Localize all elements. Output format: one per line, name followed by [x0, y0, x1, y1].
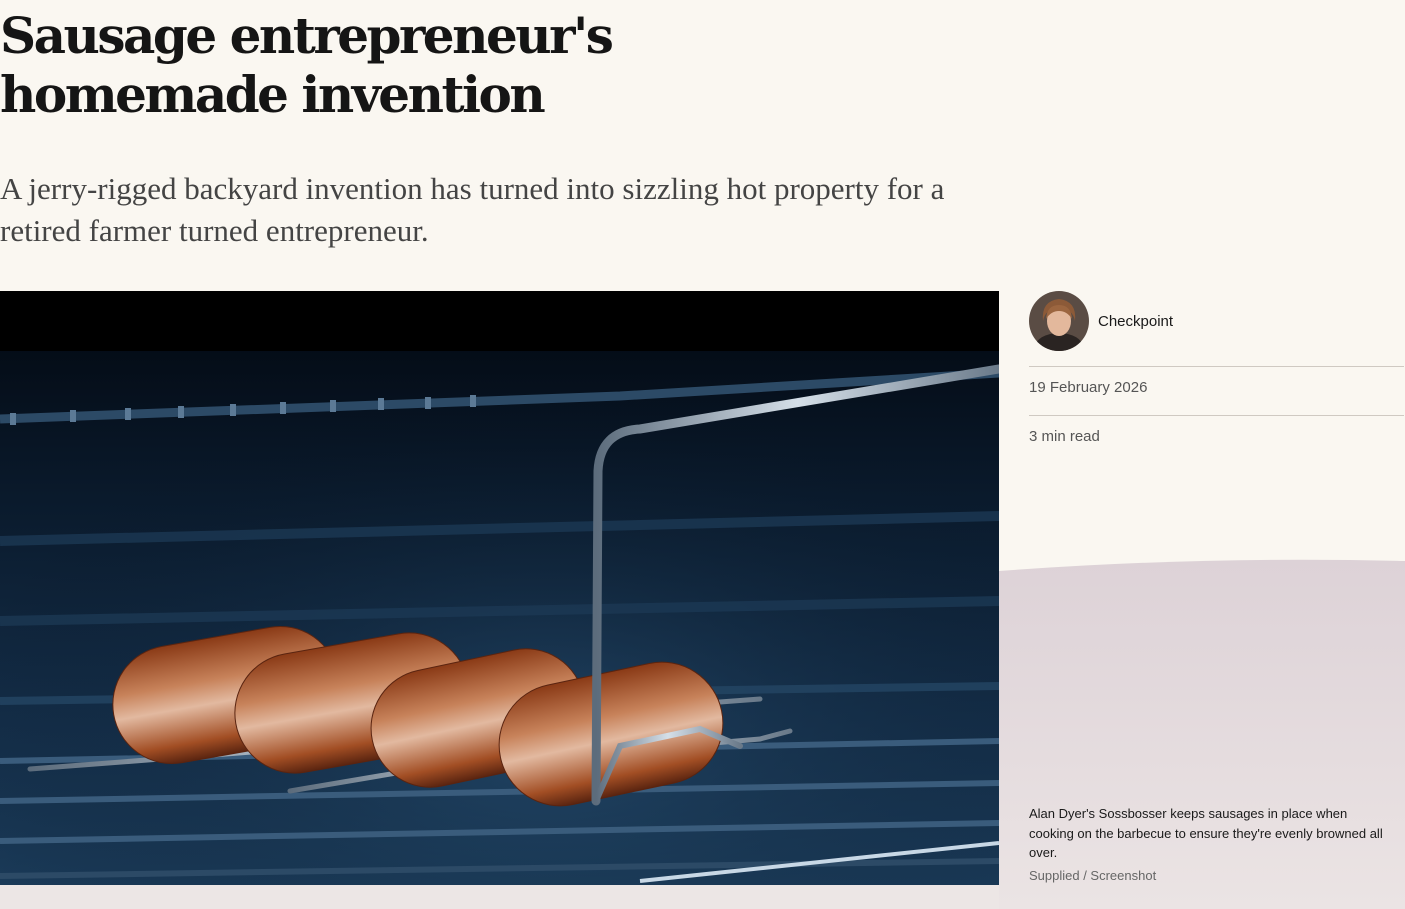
publish-date: 19 February 2026 [1029, 379, 1148, 396]
divider [1029, 366, 1404, 367]
article-headline: Sausage entrepreneur's homemade inventio… [0, 6, 614, 124]
hero-image [0, 291, 999, 885]
byline: Checkpoint [1029, 291, 1173, 351]
article-standfirst: A jerry-rigged backyard invention has tu… [0, 171, 945, 248]
read-time: 3 min read [1029, 428, 1100, 445]
divider [1029, 415, 1404, 416]
author-avatar[interactable] [1029, 291, 1089, 351]
image-credit: Supplied / Screenshot [1029, 868, 1157, 883]
image-caption: Alan Dyer's Sossbosser keeps sausages in… [1029, 806, 1383, 860]
sausage-grill-illustration [0, 291, 999, 885]
footer-strip [0, 885, 999, 909]
author-link[interactable]: Checkpoint [1098, 313, 1173, 330]
